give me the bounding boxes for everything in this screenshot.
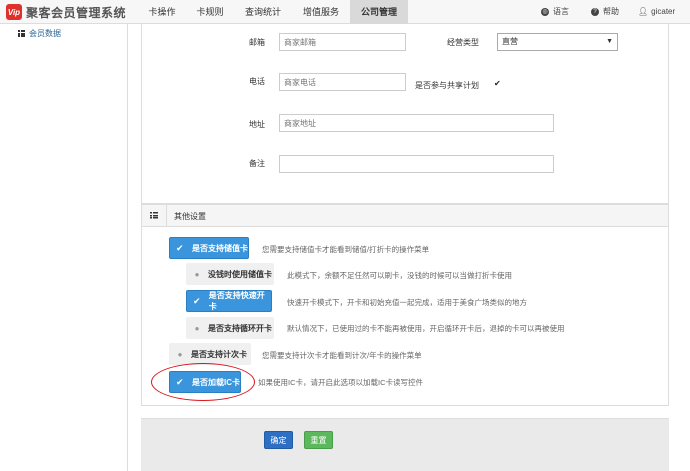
reset-button[interactable]: 重置 [304,431,333,449]
toggle-use-stored-card-when-empty[interactable]: ● 没钱时使用储值卡 [186,263,274,285]
nav-value-added[interactable]: 增值服务 [292,0,350,24]
list-icon [150,212,158,219]
form-footer: 确定 重置 [141,418,669,471]
toggle-label: 是否支持计次卡 [191,349,247,359]
app-logo[interactable]: Vip 聚客会员管理系统 [6,3,126,21]
sidebar-item-label: 会员数据 [29,29,61,38]
toggle-stored-value-card[interactable]: ✔ 是否支持储值卡 [169,237,249,259]
toggle-recycle-open-card[interactable]: ● 是否支持循环开卡 [186,317,274,339]
nav-query-stats[interactable]: 查询统计 [234,0,292,24]
option-description: 您需要支持储值卡才能看到储值/打折卡的操作菜单 [262,245,430,254]
language-menu[interactable]: ◎ 语言 [541,0,569,24]
business-type-label: 经营类型 [447,38,479,47]
user-icon: 👤︎ [638,7,649,16]
annotation-ring [151,363,255,401]
grid-icon [18,30,25,37]
business-type-select[interactable]: 直营 ▼ [497,33,618,51]
option-description: 如果使用IC卡，请开启此选项以加载IC卡读写控件 [258,378,423,387]
question-icon: ? [591,8,599,16]
share-plan-checkbox[interactable]: ✔ [494,80,502,88]
help-menu[interactable]: ? 帮助 [591,0,619,24]
unchecked-dot-icon: ● [177,349,183,359]
option-description: 此模式下，余额不足任然可以刷卡，没钱的时候可以当做打折卡使用 [287,271,512,280]
option-description: 快速开卡模式下，开卡和初始充值一起完成，适用于美食广场类似的地方 [287,298,527,307]
option-description: 默认情况下，已使用过的卡不能再被使用，开启循环开卡后，退掉的卡可以再被使用 [287,324,565,333]
other-settings-header: 其他设置 [142,205,668,227]
unchecked-dot-icon: ● [194,323,200,333]
company-info-form: 邮箱 经营类型 直营 ▼ 电话 是否参与共享计划 ✔ 地址 备注 [141,24,669,204]
remark-input[interactable] [279,155,554,173]
nav-card-rules[interactable]: 卡规则 [186,0,234,24]
globe-icon: ◎ [541,8,549,16]
language-label: 语言 [553,7,569,16]
phone-input[interactable] [279,73,406,91]
toggle-label: 是否支持循环开卡 [208,323,272,333]
sidebar: 会员数据 [0,24,128,471]
toggle-label: 是否支持快速开卡 [208,291,265,311]
address-input[interactable] [279,114,554,132]
toggle-quick-open-card[interactable]: ✔ 是否支持快速开卡 [186,290,272,312]
top-navbar: Vip 聚客会员管理系统 卡操作 卡规则 查询统计 增值服务 公司管理 ◎ 语言… [0,0,690,24]
toggle-label: 是否支持储值卡 [192,243,248,253]
check-icon: ✔ [176,242,184,253]
share-plan-label: 是否参与共享计划 [415,81,479,90]
email-input[interactable] [279,33,406,51]
address-label: 地址 [249,120,265,129]
toggle-label: 没钱时使用储值卡 [208,269,272,279]
user-menu[interactable]: 👤︎ gicater [638,0,675,24]
option-description: 您需要支持计次卡才能看到计次/年卡的操作菜单 [262,351,422,360]
email-label: 邮箱 [249,38,265,47]
nav-company-management[interactable]: 公司管理 [350,0,408,24]
business-type-value: 直营 [502,37,518,46]
toggle-count-card[interactable]: ● 是否支持计次卡 [169,343,251,365]
other-settings-title: 其他设置 [174,212,206,221]
header-divider [166,205,167,227]
nav-card-operation[interactable]: 卡操作 [138,0,186,24]
vip-logo-icon: Vip [6,4,22,20]
confirm-button[interactable]: 确定 [264,431,293,449]
user-name: gicater [651,7,676,16]
help-label: 帮助 [603,7,619,16]
app-title: 聚客会员管理系统 [26,5,127,20]
check-icon: ✔ [193,295,201,306]
unchecked-dot-icon: ● [194,269,200,279]
remark-label: 备注 [249,159,265,168]
dropdown-arrow-icon: ▼ [606,38,613,45]
sidebar-item-member-data[interactable]: 会员数据 [18,28,61,39]
phone-label: 电话 [249,77,265,86]
